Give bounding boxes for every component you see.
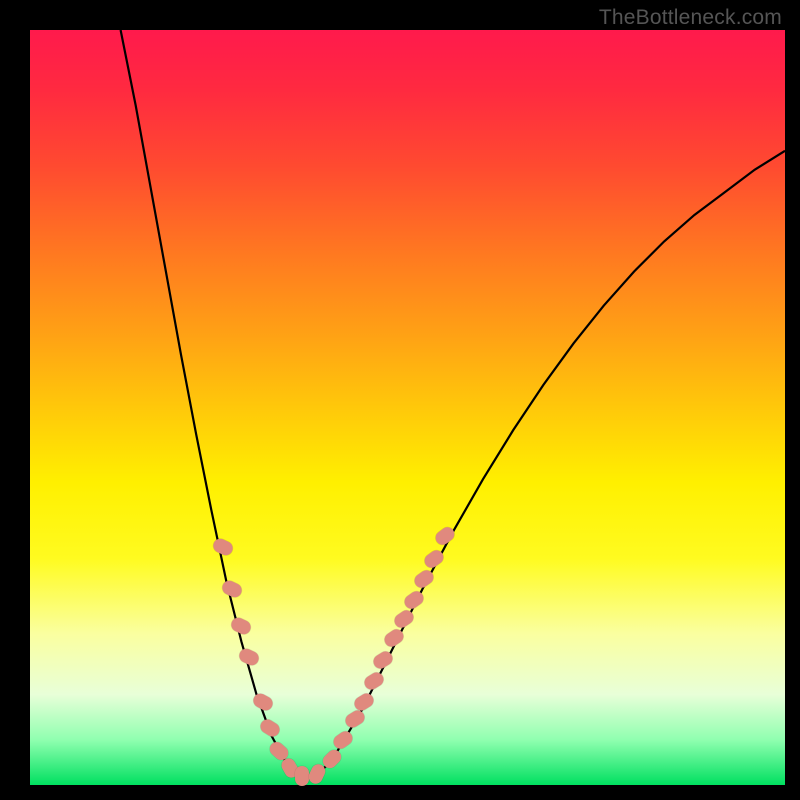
watermark-text: TheBottleneck.com <box>599 6 782 30</box>
data-marker <box>295 766 309 786</box>
curve-layer <box>30 30 785 785</box>
plot-frame <box>30 30 785 785</box>
bottleneck-curve <box>121 30 785 777</box>
